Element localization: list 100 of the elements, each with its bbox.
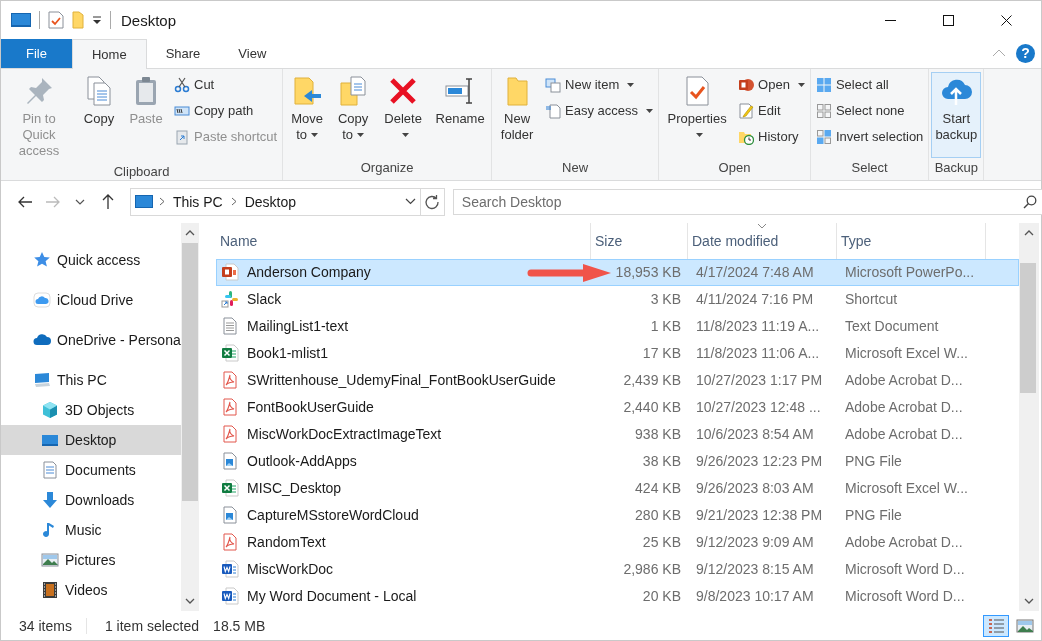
ribbon-button[interactable]: Easy access <box>542 97 657 124</box>
caret-icon <box>357 133 365 138</box>
date-modified: 9/8/2023 10:17 AM <box>696 588 814 605</box>
file-row[interactable]: MailingList1-text 1 KB 11/8/2023 11:19 A... Text Document <box>216 312 1019 340</box>
ribbon-tab[interactable]: Share <box>146 39 220 68</box>
sidebar-item[interactable]: Downloads <box>1 484 181 515</box>
folder-arrow-icon <box>291 74 324 107</box>
ribbon-button[interactable]: Copy path <box>171 97 281 124</box>
file-name: SWrittenhouse_UdemyFinal_FontBookUserGuide <box>247 372 556 389</box>
ribbon-button[interactable]: Select all <box>812 71 927 98</box>
file-name: CaptureMSstoreWordCloud <box>247 507 419 524</box>
column-header[interactable]: Type <box>837 222 986 259</box>
date-modified: 9/26/2023 8:03 AM <box>696 480 814 497</box>
file-row[interactable]: Slack 3 KB 4/11/2024 7:16 PM Shortcut <box>216 285 1019 313</box>
file-row[interactable]: Outlook-AddApps 38 KB 9/26/2023 12:23 PM PNG File <box>216 447 1019 475</box>
image-file-icon <box>221 452 239 471</box>
sidebar-item[interactable]: Videos <box>1 574 181 605</box>
file-type: Adobe Acrobat D... <box>845 372 963 389</box>
file-row[interactable]: Book1-mlist1 17 KB 11/8/2023 11:06 A... Microsoft Excel W... <box>216 339 1019 367</box>
sidebar-item[interactable]: iCloud Drive <box>1 284 181 315</box>
chevron-down-icon[interactable] <box>1024 598 1034 605</box>
scrollbar[interactable] <box>181 222 199 612</box>
file-row[interactable]: MiscWorkDocExtractImageText 938 KB 10/6/2023 8:54 AM Adobe Acrobat D... <box>216 420 1019 448</box>
file-type: PNG File <box>845 453 902 470</box>
details-view-icon <box>987 617 1005 634</box>
sidebar-item[interactable]: Documents <box>1 454 181 485</box>
ribbon-button[interactable]: Cut <box>171 71 281 98</box>
help-button[interactable]: ? <box>1016 43 1035 63</box>
scrollbar-thumb[interactable] <box>1020 262 1036 393</box>
up-arrow-icon[interactable] <box>101 193 115 211</box>
presentation-file-icon <box>221 263 239 282</box>
chevron-down-icon[interactable] <box>404 198 416 206</box>
file-row[interactable]: RandomText 25 KB 9/12/2023 9:09 AM Adobe Acrobat D... <box>216 528 1019 556</box>
sidebar-item[interactable]: Desktop <box>1 424 181 455</box>
file-row[interactable]: MISC_Desktop 424 KB 9/26/2023 8:03 AM Microsoft Excel W... <box>216 474 1019 502</box>
file-row[interactable]: SWrittenhouse_UdemyFinal_FontBookUserGuide 2,439 KB 10/27/2023 1:17 PM Adobe Acrobat D... <box>216 366 1019 394</box>
breadcrumb[interactable]: This PC <box>170 193 225 210</box>
chevron-up-icon[interactable] <box>1024 229 1034 236</box>
column-header[interactable]: Name <box>216 222 591 259</box>
ribbon-button[interactable]: Copy to <box>331 71 376 158</box>
file-row[interactable]: CaptureMSstoreWordCloud 280 KB 9/21/2023 12:38 PM PNG File <box>216 501 1019 529</box>
window-title: Desktop <box>121 11 178 29</box>
ribbon-button[interactable]: Rename <box>431 71 490 158</box>
sidebar-item[interactable]: Music <box>1 514 181 545</box>
file-row[interactable]: My Word Document - Local 20 KB 9/8/2023 10:17 AM Microsoft Word D... <box>216 582 1019 610</box>
scissors-icon <box>174 76 190 93</box>
scrollbar[interactable] <box>1019 222 1039 612</box>
file-type: Microsoft Excel W... <box>845 480 968 497</box>
sidebar-item[interactable]: This PC <box>1 364 181 395</box>
text-file-icon <box>221 317 239 336</box>
ribbon-tab[interactable]: Home <box>71 39 147 69</box>
ribbon-button[interactable]: New folder <box>494 71 541 158</box>
chevron-down-icon[interactable] <box>75 198 86 205</box>
sidebar-item[interactable]: Quick access <box>1 244 181 275</box>
refresh-icon[interactable] <box>424 193 441 210</box>
caret-icon <box>401 133 409 138</box>
sidebar-item[interactable]: OneDrive - Persona <box>1 324 181 355</box>
ribbon-button[interactable]: Invert selection <box>812 123 927 150</box>
chevron-down-icon[interactable] <box>185 598 195 605</box>
close-icon[interactable] <box>1000 14 1012 26</box>
document-file-icon <box>221 587 239 606</box>
customize-caret-icon[interactable] <box>92 15 102 25</box>
ribbon-button[interactable]: Edit <box>735 97 808 124</box>
ribbon-button[interactable]: Move to <box>285 71 330 158</box>
sidebar-item[interactable]: Pictures <box>1 544 181 575</box>
ribbon-button[interactable]: History <box>735 123 808 150</box>
image-file-icon <box>221 506 239 525</box>
file-row[interactable]: MiscWorkDoc 2,986 KB 9/12/2023 8:15 AM Microsoft Word D... <box>216 555 1019 583</box>
view-toggle-button[interactable] <box>983 614 1009 637</box>
file-size: 25 KB <box>642 534 681 551</box>
search-field[interactable]: Search Desktop <box>452 188 1042 215</box>
column-header[interactable]: Size <box>591 222 688 259</box>
group-label: Organize <box>359 158 415 177</box>
address-bar[interactable]: This PC Desktop <box>129 187 422 216</box>
date-modified: 10/27/2023 12:48 ... <box>696 399 821 416</box>
sidebar-item[interactable]: 3D Objects <box>1 394 181 425</box>
caret-icon <box>646 108 654 113</box>
ribbon-button[interactable]: Properties <box>661 71 734 158</box>
back-arrow-icon[interactable] <box>16 194 33 209</box>
ribbon-button[interactable]: Copy <box>77 71 121 162</box>
chevron-right-icon <box>158 197 165 207</box>
file-row[interactable]: FontBookUserGuide 2,440 KB 10/27/2023 12:48 ... Adobe Acrobat D... <box>216 393 1019 421</box>
file-row[interactable]: Anderson Company 18,953 KB 4/17/2024 7:48 AM Microsoft PowerPo... <box>216 258 1019 286</box>
ribbon-button[interactable]: Start backup <box>931 71 982 158</box>
ribbon-button[interactable]: New item <box>542 71 657 98</box>
ribbon-button[interactable]: Delete <box>377 71 430 158</box>
document-icon <box>41 460 59 479</box>
properties-icon[interactable] <box>48 11 64 29</box>
select-none-icon <box>815 102 832 119</box>
ribbon-tab[interactable]: View <box>219 39 286 68</box>
scrollbar-thumb[interactable] <box>182 242 198 501</box>
ribbon-button[interactable]: Open <box>735 71 808 98</box>
breadcrumb[interactable]: Desktop <box>242 193 299 210</box>
caret-icon <box>627 82 635 87</box>
file-menu-tab[interactable]: File <box>1 39 72 68</box>
ribbon-button[interactable]: Select none <box>812 97 927 124</box>
file-name: RandomText <box>247 534 326 551</box>
column-header[interactable]: Date modified <box>688 222 837 259</box>
chevron-up-icon[interactable] <box>185 229 195 236</box>
maximize-icon[interactable] <box>942 14 954 26</box>
